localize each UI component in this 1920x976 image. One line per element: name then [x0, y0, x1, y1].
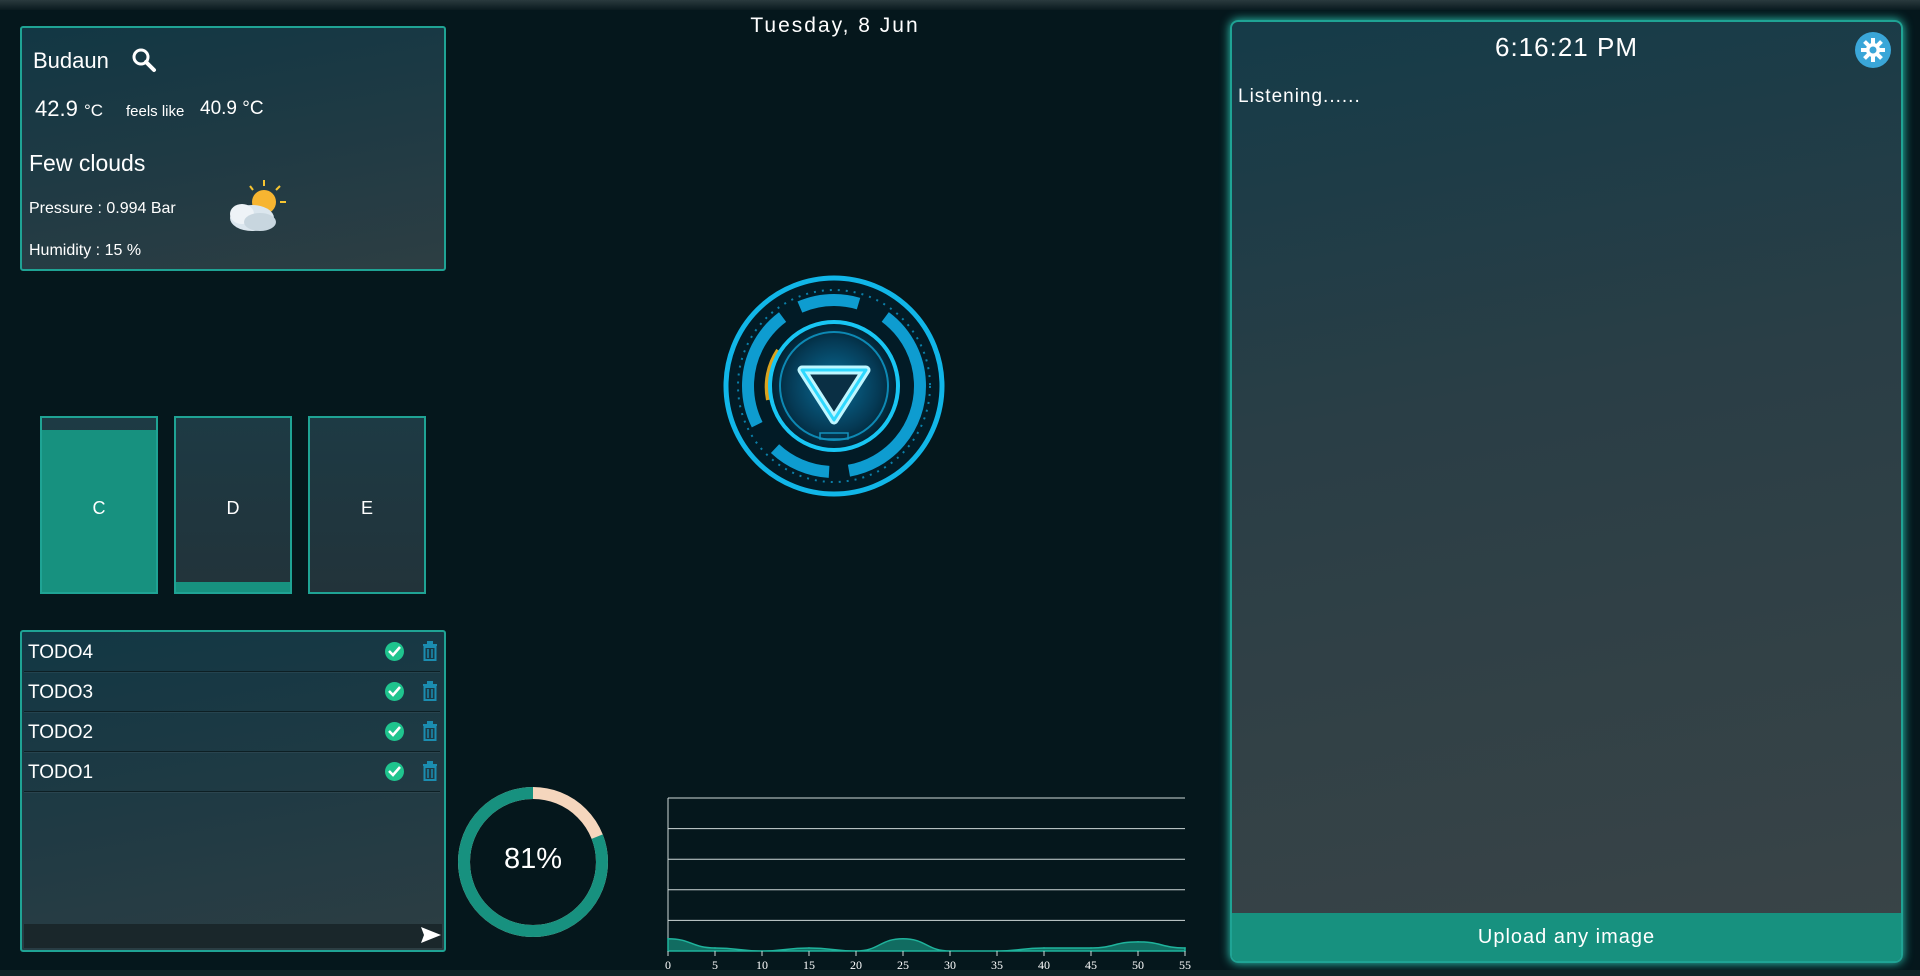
window-bottom-edge [0, 970, 1920, 976]
todo-panel: TODO4 TODO3 TODO2 TODO1 [20, 630, 446, 952]
weather-temperature: 42.9 °C [35, 96, 104, 121]
drive-e-tile[interactable]: E [308, 416, 426, 594]
drive-d-tile[interactable]: D [174, 416, 292, 594]
assistant-panel: 6:16:21 PM Listening...... Upload any im… [1230, 20, 1903, 963]
check-circle-icon[interactable] [385, 722, 404, 741]
upload-image-button[interactable]: Upload any image [1232, 913, 1901, 961]
todo-text: TODO4 [28, 642, 94, 663]
check-circle-icon[interactable] [385, 642, 404, 661]
feels-like-label: feels like [126, 103, 185, 120]
trash-icon[interactable] [422, 681, 438, 706]
drive-usage-bar [176, 581, 290, 592]
check-circle-icon[interactable] [385, 762, 404, 781]
data-point [1043, 947, 1045, 949]
weather-description: Few clouds [29, 150, 146, 176]
drive-c-tile[interactable]: C [40, 416, 158, 594]
drive-label: D [226, 498, 240, 518]
series-area [667, 938, 1186, 952]
cpu-usage-gauge: 81% [456, 785, 610, 939]
data-point [667, 937, 669, 940]
todo-item: TODO2 [24, 712, 440, 752]
arc-reactor-icon[interactable] [718, 270, 950, 502]
data-point [1137, 941, 1139, 943]
data-point [1184, 947, 1186, 949]
todo-item: TODO3 [24, 672, 440, 712]
clock: 6:16:21 PM [1495, 32, 1638, 62]
todo-item: TODO4 [24, 632, 440, 672]
trash-icon[interactable] [422, 641, 438, 666]
data-point [1090, 947, 1092, 949]
data-point [808, 947, 810, 949]
feels-like-value: 40.9 °C [200, 98, 264, 119]
assistant-status: Listening...... [1238, 86, 1361, 107]
todo-text: TODO2 [28, 722, 94, 743]
drive-label: E [360, 498, 373, 518]
todo-input[interactable] [24, 924, 442, 948]
network-chart: 0 5 10 15 20 25 30 35 40 45 50 55 [665, 797, 1191, 972]
check-circle-icon[interactable] [385, 682, 404, 701]
weather-city: Budaun [33, 48, 109, 73]
weather-panel: Budaun 42.9 °C feels like 40.9 °C Few cl… [20, 26, 446, 271]
trash-icon[interactable] [422, 721, 438, 746]
todo-text: TODO1 [28, 762, 94, 783]
weather-pressure: Pressure : 0.994 Bar [29, 200, 176, 217]
todo-item: TODO1 [24, 752, 440, 792]
gauge-value: 81% [503, 843, 563, 875]
todo-text: TODO3 [28, 682, 94, 703]
weather-humidity: Humidity : 15 % [29, 242, 142, 259]
partly-cloudy-sun-icon [222, 178, 292, 238]
window-top-edge [0, 0, 1920, 10]
gear-icon[interactable] [1855, 32, 1891, 68]
drive-label: C [92, 498, 106, 518]
trash-icon[interactable] [422, 761, 438, 786]
send-icon[interactable] [420, 926, 442, 949]
search-icon[interactable] [130, 46, 158, 79]
data-point [714, 947, 716, 949]
temperature-unit: °C [83, 101, 104, 120]
data-point [902, 937, 904, 940]
